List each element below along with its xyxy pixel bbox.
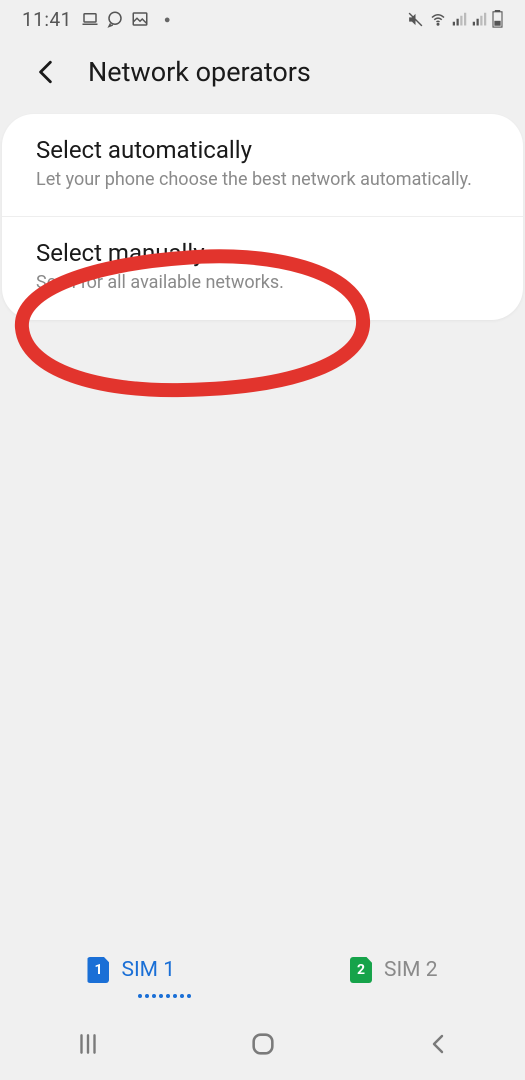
option-title: Select automatically [36,136,489,164]
nav-home-button[interactable] [233,1024,293,1064]
option-select-manually[interactable]: Select manually Scan for all available n… [2,216,523,319]
mute-icon [407,11,424,28]
sim-tabs: 1 SIM 1 2 SIM 2 [0,940,525,1000]
nav-recents-button[interactable] [58,1024,118,1064]
system-nav-bar [0,1008,525,1080]
more-notifications-dot: ● [164,13,171,26]
whatsapp-icon [106,10,124,28]
sim-tab-label: SIM 2 [384,958,438,982]
option-subtitle: Let your phone choose the best network a… [36,168,489,192]
option-subtitle: Scan for all available networks. [36,271,489,295]
active-tab-indicator [138,994,191,998]
option-select-automatically[interactable]: Select automatically Let your phone choo… [2,114,523,216]
status-bar: 11:41 ● [0,0,525,38]
status-time: 11:41 [22,8,72,31]
wifi-icon [429,10,447,28]
option-title: Select manually [36,239,489,267]
tab-sim-1[interactable]: 1 SIM 1 [0,940,263,1000]
image-icon [131,10,149,28]
tab-sim-2[interactable]: 2 SIM 2 [263,940,525,1000]
nav-back-button[interactable] [408,1024,468,1064]
battery-icon [492,10,503,28]
back-button[interactable] [32,58,60,86]
sim-1-chip-icon: 1 [87,957,109,983]
signal-2-icon [472,12,487,27]
page-title: Network operators [88,56,311,88]
laptop-icon [81,10,99,28]
signal-1-icon [452,12,467,27]
app-header: Network operators [0,38,525,108]
sim-2-chip-icon: 2 [350,957,372,983]
options-card: Select automatically Let your phone choo… [2,114,523,320]
sim-tab-label: SIM 1 [121,958,175,982]
